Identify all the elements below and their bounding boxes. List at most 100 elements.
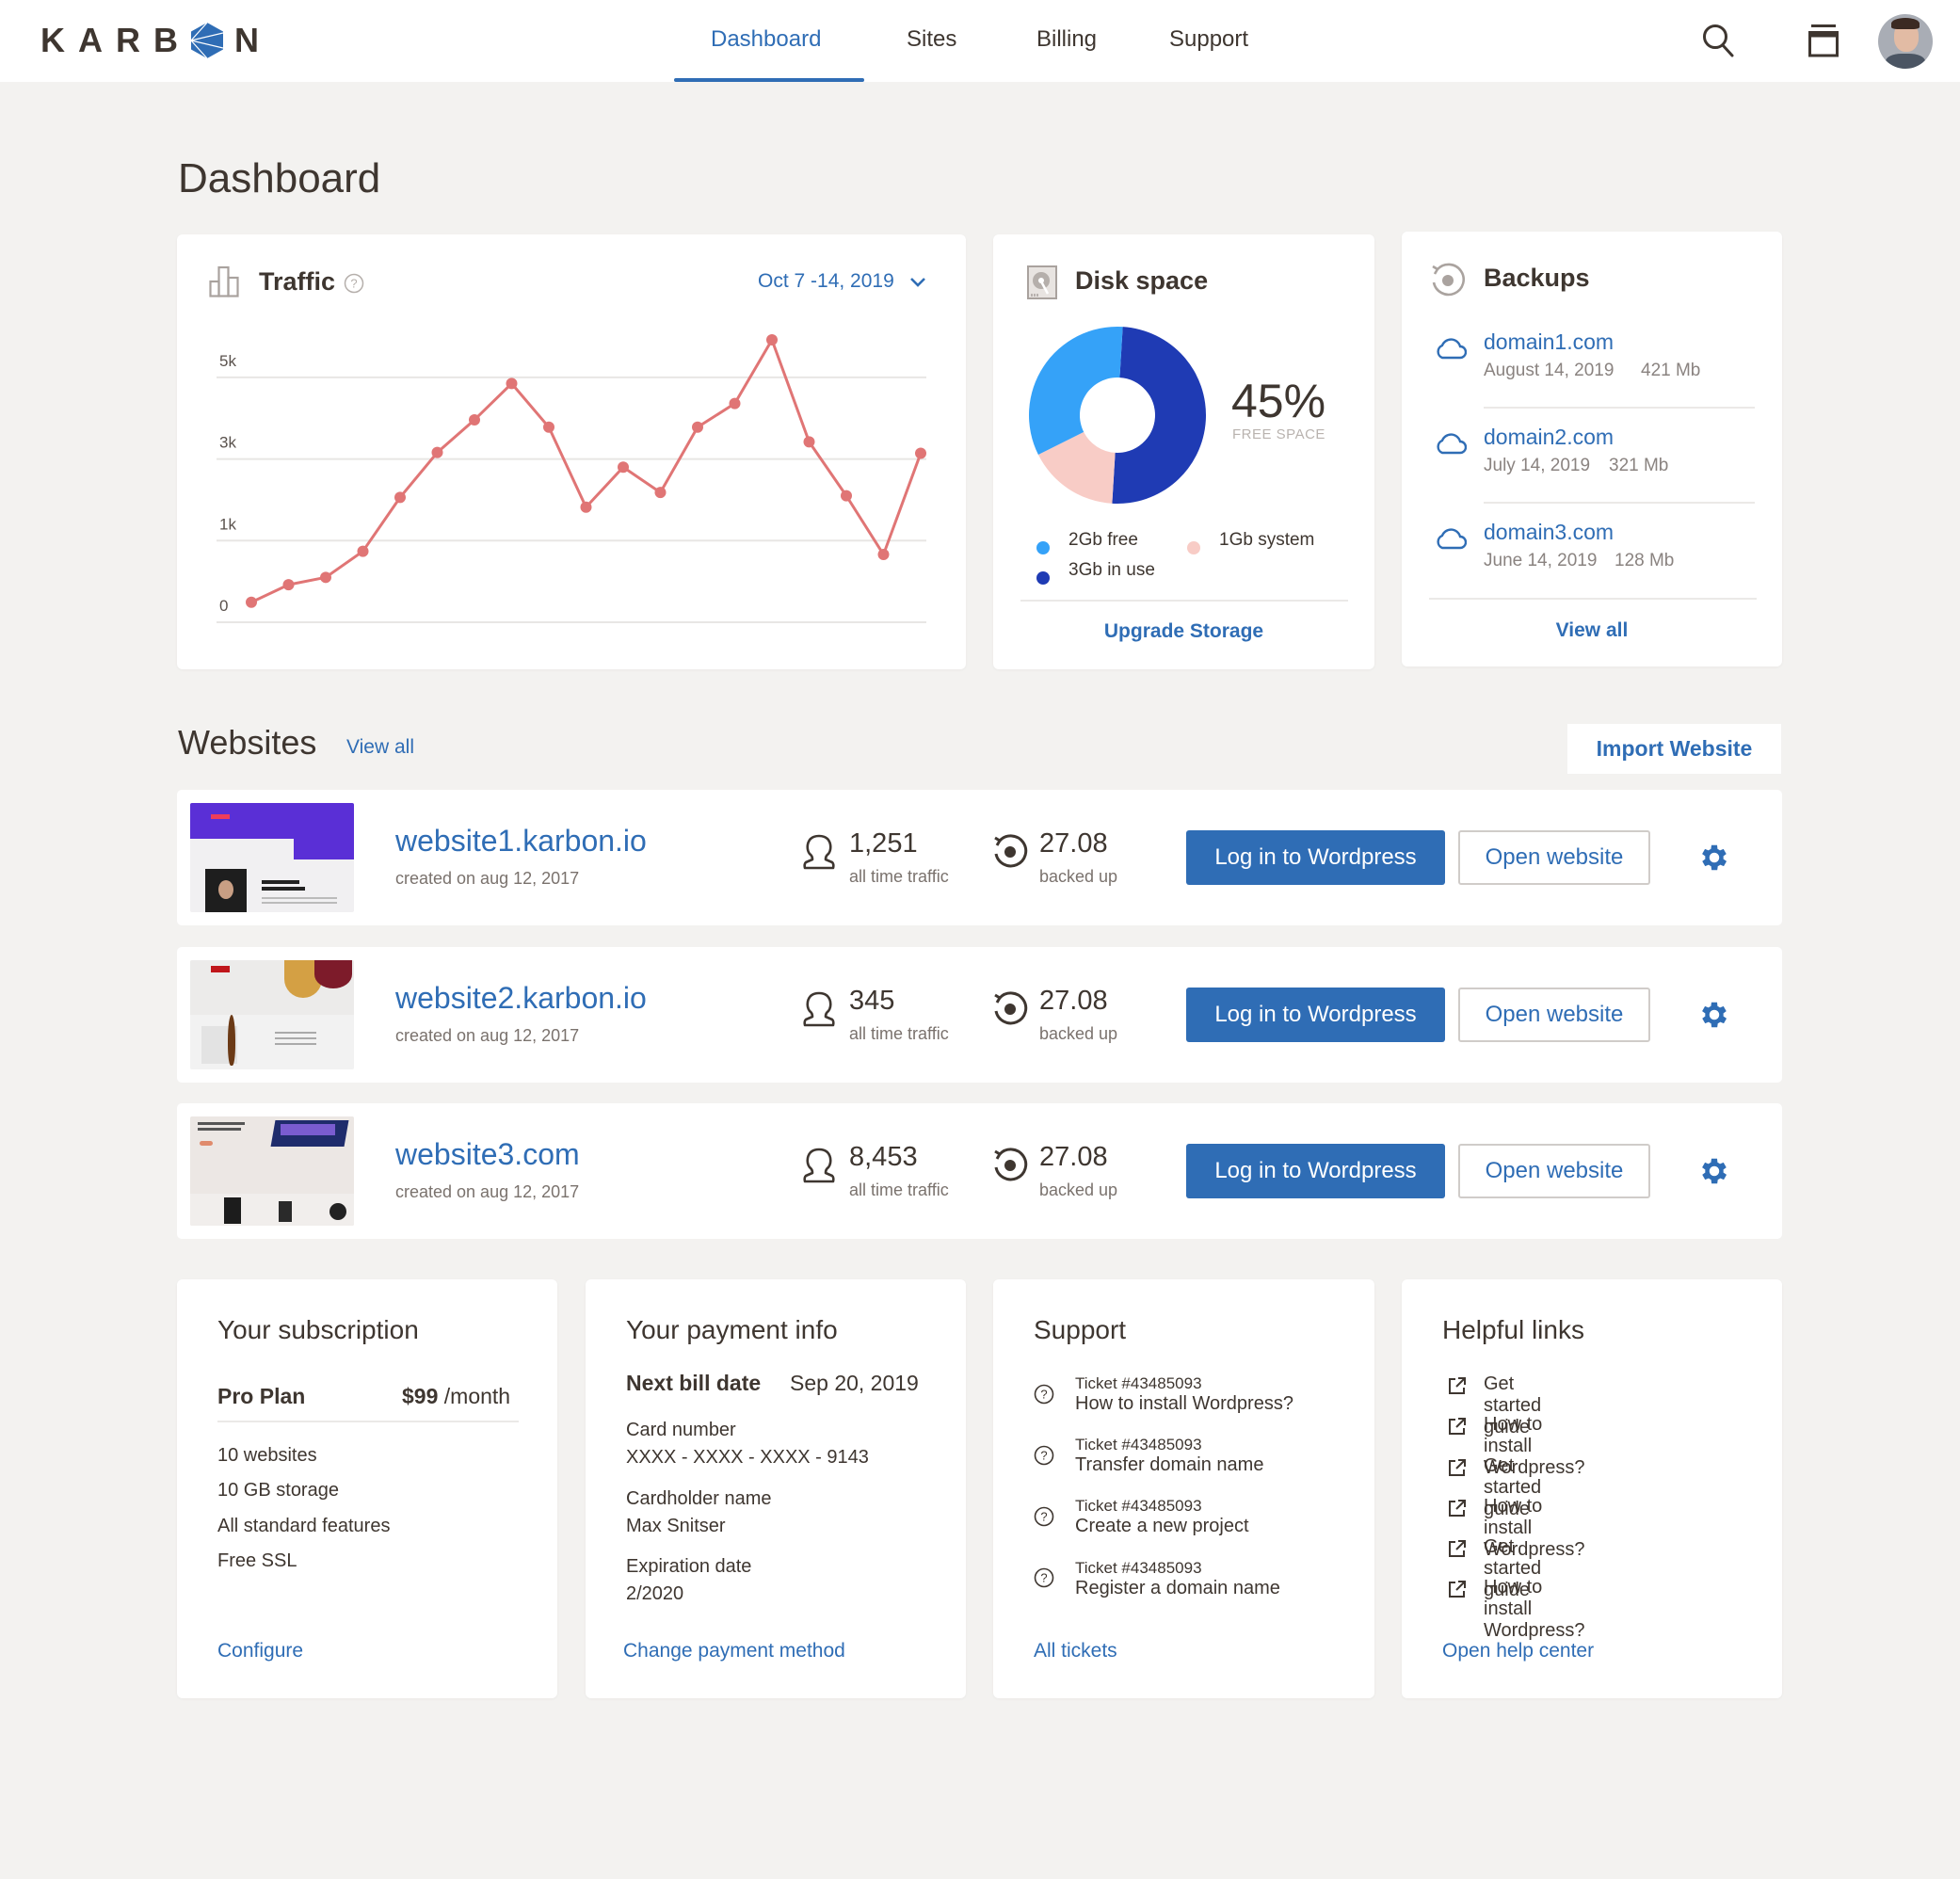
open-website-button[interactable]: Open website <box>1458 1144 1650 1198</box>
traffic-data-point[interactable] <box>654 487 667 499</box>
traffic-data-point[interactable] <box>803 436 815 448</box>
cloud-icon <box>1437 433 1467 455</box>
ticket-subject[interactable]: Create a new project <box>1075 1516 1249 1537</box>
user-avatar[interactable] <box>1878 14 1933 69</box>
traffic-data-point[interactable] <box>580 501 592 513</box>
hard-drive-icon <box>1027 265 1057 299</box>
backup-value: 27.08 <box>1039 986 1108 1016</box>
cardholder-value: Max Snitser <box>626 1516 726 1536</box>
traffic-data-point[interactable] <box>394 491 406 504</box>
configure-link[interactable]: Configure <box>217 1640 303 1662</box>
nav-dashboard[interactable]: Dashboard <box>711 26 821 53</box>
payment-title: Your payment info <box>626 1315 838 1344</box>
traffic-data-point[interactable] <box>506 377 518 390</box>
backup-label: backed up <box>1039 1024 1118 1043</box>
import-website-button[interactable]: Import Website <box>1567 724 1781 774</box>
plan-divider <box>217 1421 519 1422</box>
traffic-count: 1,251 <box>849 828 918 859</box>
websites-view-all-link[interactable]: View all <box>346 736 414 759</box>
website-thumbnail[interactable] <box>190 803 354 912</box>
traffic-data-point[interactable] <box>431 446 443 458</box>
traffic-data-point[interactable] <box>282 579 295 591</box>
ticket-subject[interactable]: How to install Wordpress? <box>1075 1393 1293 1415</box>
website-thumbnail[interactable] <box>190 960 354 1069</box>
backups-view-all-link[interactable]: View all <box>1402 619 1782 642</box>
plan-feature: All standard features <box>217 1516 391 1536</box>
traffic-data-point[interactable] <box>320 571 331 584</box>
karbon-logo[interactable]: KAR B N <box>40 21 272 59</box>
traffic-data-point[interactable] <box>841 490 852 502</box>
nav-billing[interactable]: Billing <box>1036 26 1097 53</box>
traffic-data-point[interactable] <box>543 421 554 433</box>
website-name-link[interactable]: website3.com <box>395 1137 580 1172</box>
support-card: Support ? Ticket #43485093 How to instal… <box>993 1279 1374 1698</box>
traffic-data-point[interactable] <box>246 596 257 608</box>
external-link-icon <box>1449 1540 1466 1557</box>
nav-support[interactable]: Support <box>1169 26 1248 53</box>
backup-size: 128 Mb <box>1615 551 1675 570</box>
backup-icon <box>1432 263 1465 297</box>
external-link-icon <box>1449 1418 1466 1435</box>
question-icon: ? <box>1034 1567 1054 1588</box>
traffic-line-chart: 0 1k 3k 5k <box>217 334 926 623</box>
website-row: website1.karbon.io created on aug 12, 20… <box>177 790 1782 925</box>
website-thumbnail[interactable] <box>190 1116 354 1226</box>
traffic-data-point[interactable] <box>618 461 629 474</box>
backup-divider <box>1484 502 1755 504</box>
traffic-data-point[interactable] <box>729 397 741 410</box>
backup-domain[interactable]: domain1.com <box>1484 329 1614 355</box>
card-number-label: Card number <box>626 1420 736 1440</box>
top-header: KAR B N Dashboard Sites Billing Support <box>0 0 1960 82</box>
ticket-id: Ticket #43485093 <box>1075 1374 1202 1392</box>
free-space-label: FREE SPACE <box>1232 426 1325 442</box>
helpful-link-label[interactable]: How to install Wordpress? <box>1484 1577 1584 1642</box>
disk-divider <box>1020 600 1348 602</box>
backup-label: backed up <box>1039 1180 1118 1199</box>
upgrade-storage-link[interactable]: Upgrade Storage <box>993 620 1374 643</box>
y-tick-label: 5k <box>219 352 236 370</box>
ticket-subject[interactable]: Transfer domain name <box>1075 1454 1263 1476</box>
disk-title: Disk space <box>1075 266 1209 295</box>
plan-feature: Free SSL <box>217 1550 297 1571</box>
donut-segment-in-use <box>1112 327 1206 504</box>
plan-feature: 10 websites <box>217 1445 317 1466</box>
backup-domain[interactable]: domain2.com <box>1484 425 1614 450</box>
backup-domain[interactable]: domain3.com <box>1484 520 1614 545</box>
next-bill-label: Next bill date <box>626 1371 762 1395</box>
login-wordpress-button[interactable]: Log in to Wordpress <box>1186 830 1445 885</box>
search-icon[interactable] <box>1701 23 1735 58</box>
external-link-icon <box>1449 1581 1466 1598</box>
gear-icon[interactable] <box>1697 841 1731 875</box>
subscription-card: Your subscription Pro Plan $99 /month 10… <box>177 1279 557 1698</box>
traffic-data-point[interactable] <box>915 447 926 459</box>
open-help-center-link[interactable]: Open help center <box>1442 1640 1594 1662</box>
ticket-subject[interactable]: Register a domain name <box>1075 1578 1280 1599</box>
traffic-data-point[interactable] <box>877 549 890 561</box>
traffic-data-point[interactable] <box>469 413 480 426</box>
user-icon <box>803 991 835 1027</box>
legend-in-use-label: 3Gb in use <box>1068 560 1155 580</box>
question-icon: ? <box>1034 1506 1054 1527</box>
website-name-link[interactable]: website1.karbon.io <box>395 824 647 859</box>
traffic-data-point[interactable] <box>357 545 369 557</box>
traffic-data-point[interactable] <box>766 334 778 346</box>
website-created-date: created on aug 12, 2017 <box>395 1026 580 1045</box>
user-icon <box>803 1148 835 1183</box>
plan-name: Pro Plan <box>217 1384 306 1408</box>
plan-price: $99 /month <box>402 1384 510 1409</box>
open-website-button[interactable]: Open website <box>1458 988 1650 1042</box>
nav-sites[interactable]: Sites <box>907 26 956 53</box>
backup-value: 27.08 <box>1039 1142 1108 1172</box>
website-name-link[interactable]: website2.karbon.io <box>395 981 647 1016</box>
change-payment-link[interactable]: Change payment method <box>623 1640 845 1662</box>
traffic-data-point[interactable] <box>692 421 703 433</box>
cloud-icon <box>1437 528 1467 550</box>
all-tickets-link[interactable]: All tickets <box>1034 1640 1117 1662</box>
gear-icon[interactable] <box>1697 998 1731 1032</box>
gear-icon[interactable] <box>1697 1154 1731 1188</box>
open-website-button[interactable]: Open website <box>1458 830 1650 885</box>
archive-icon[interactable] <box>1807 23 1840 58</box>
website-created-date: created on aug 12, 2017 <box>395 869 580 888</box>
login-wordpress-button[interactable]: Log in to Wordpress <box>1186 988 1445 1042</box>
login-wordpress-button[interactable]: Log in to Wordpress <box>1186 1144 1445 1198</box>
